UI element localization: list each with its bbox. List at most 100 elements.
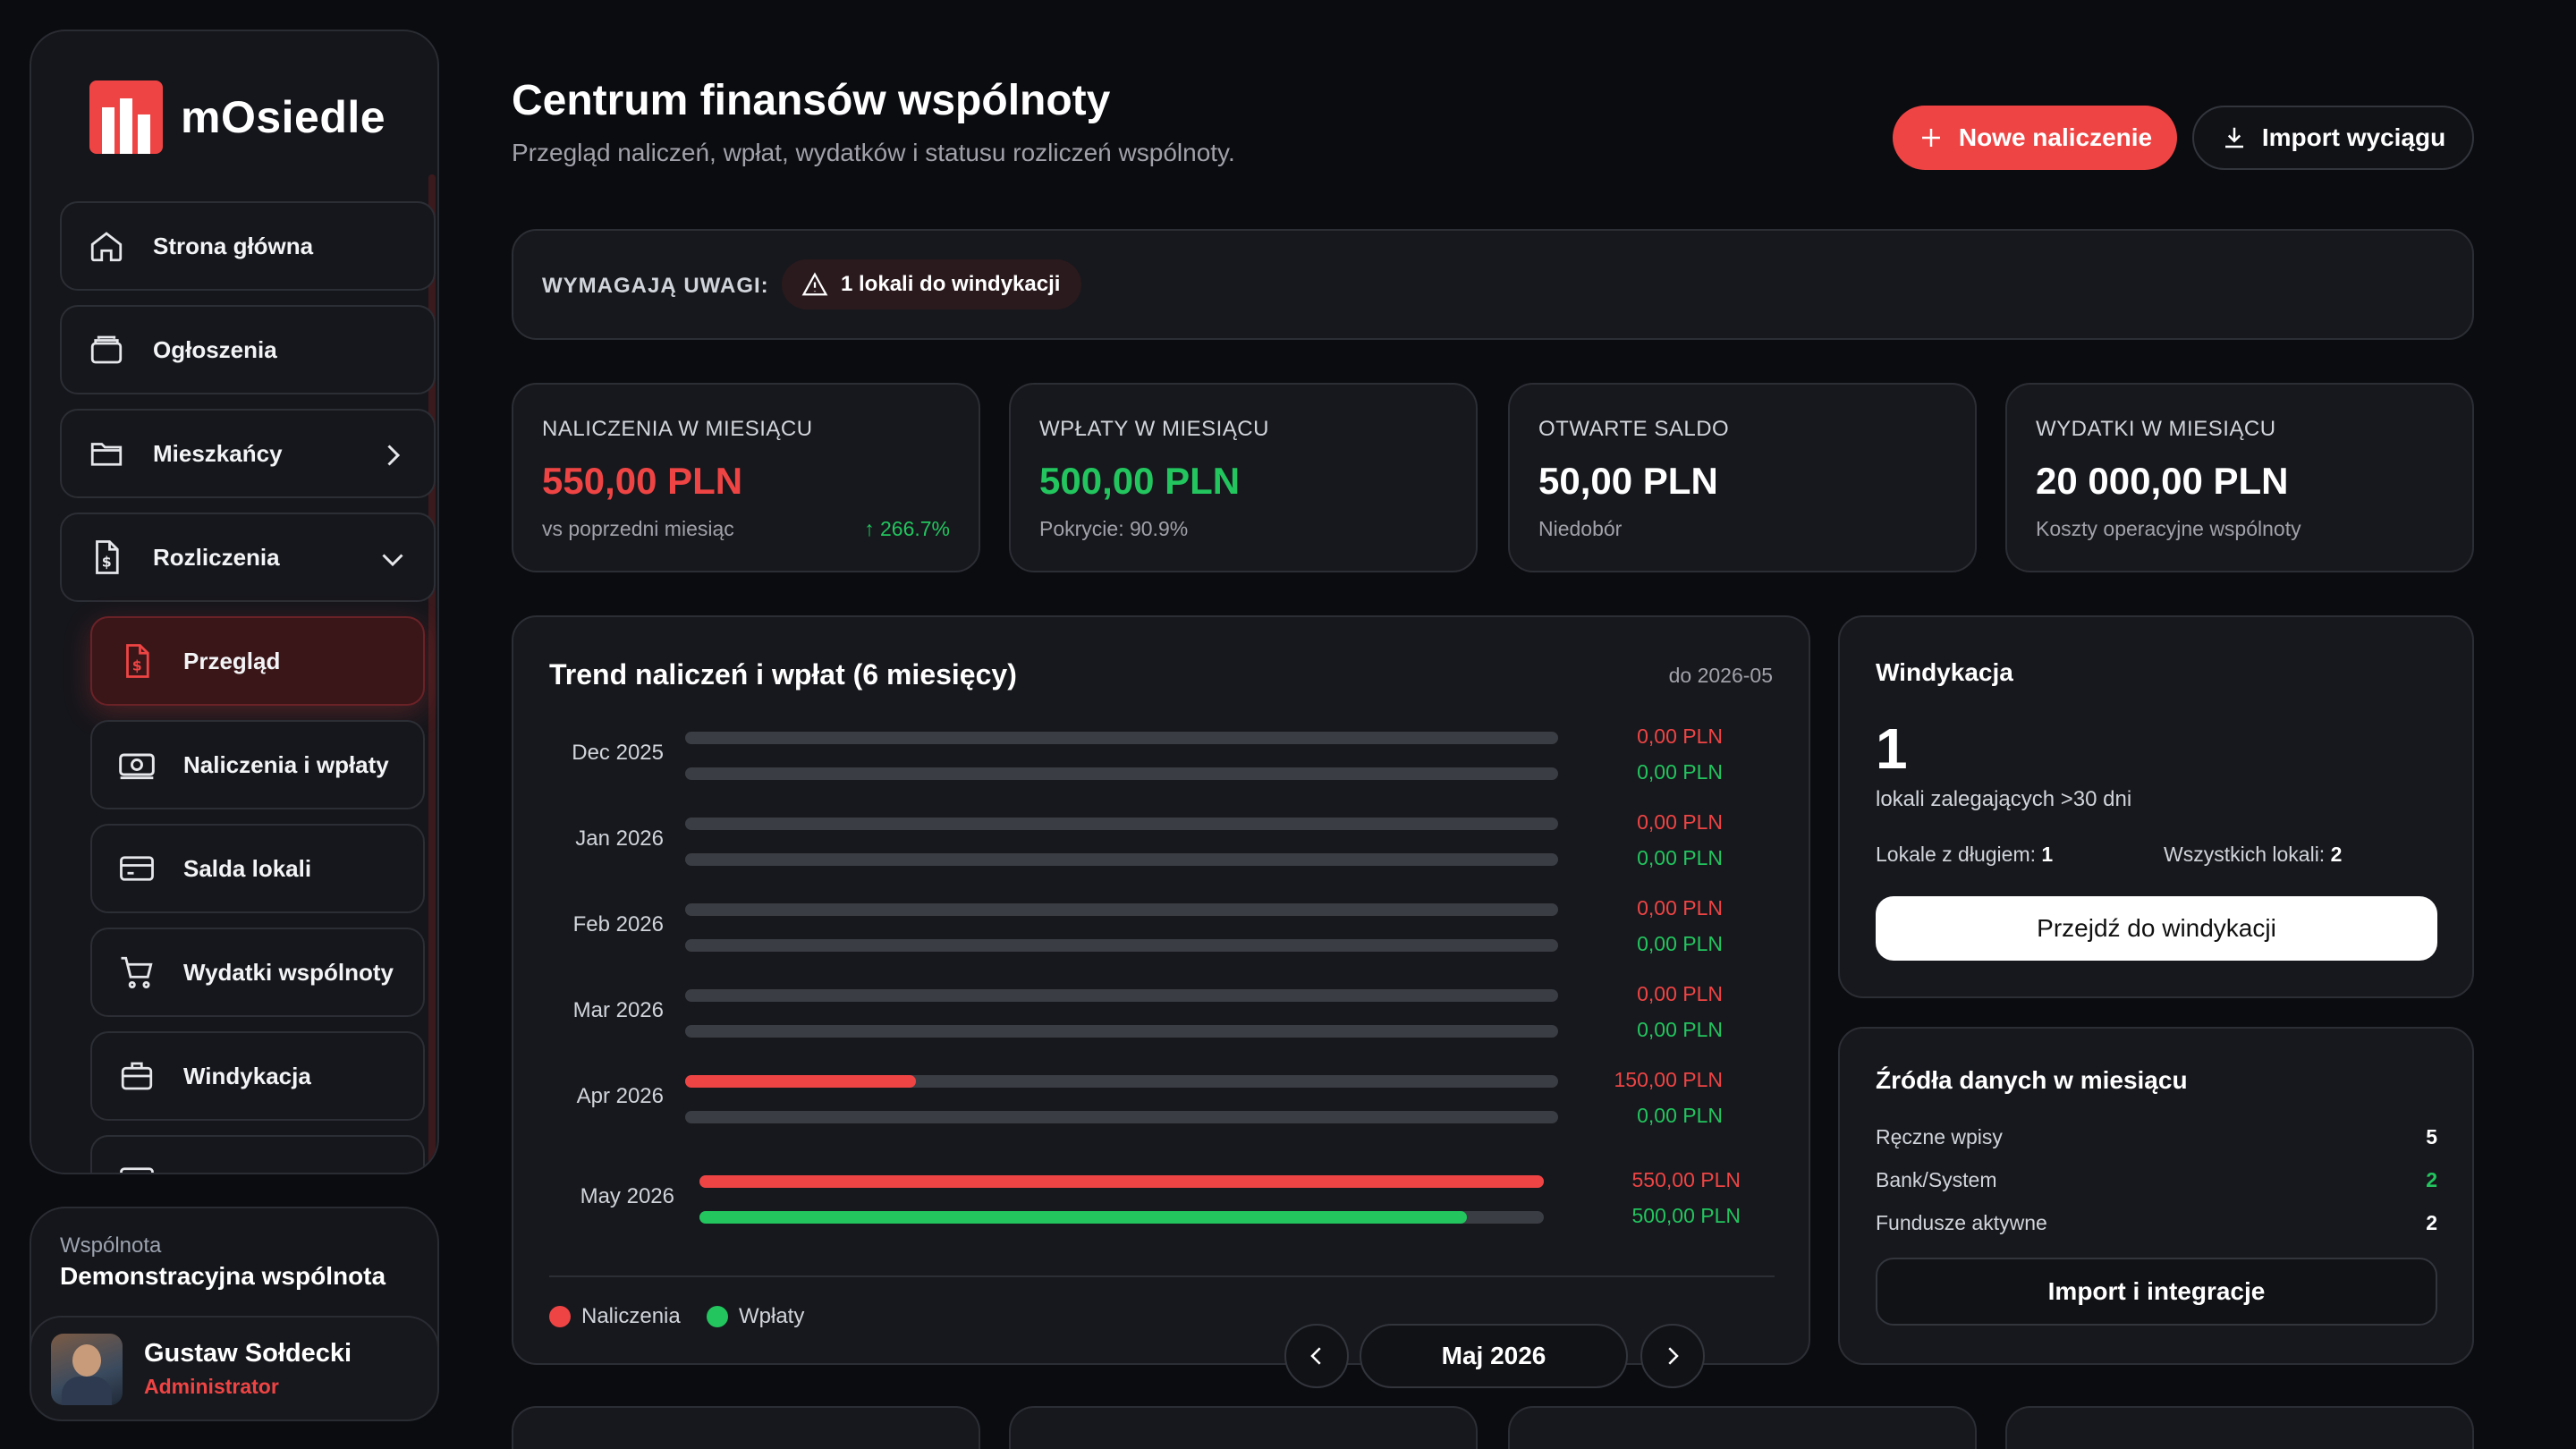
page-title: Centrum finansów wspólnoty bbox=[512, 77, 1111, 124]
chart-bar-payments bbox=[699, 1211, 1468, 1224]
stat-desc: Koszty operacyjne wspólnoty bbox=[2036, 517, 2301, 540]
svg-text:$: $ bbox=[132, 657, 142, 674]
community-panel[interactable]: Wspólnota Demonstracyjna wspólnota Gusta… bbox=[30, 1207, 439, 1421]
import-statement-button[interactable]: Import wyciągu bbox=[2192, 106, 2474, 170]
chart-range: do 2026-05 bbox=[1668, 664, 1773, 687]
sidebar-subitem-partial[interactable] bbox=[90, 1135, 425, 1173]
stat-desc: Niedobór bbox=[1538, 517, 1623, 540]
chart-data-label: 500,00 PLN bbox=[1631, 1204, 1741, 1227]
sidebar-item-home[interactable]: Strona główna bbox=[60, 201, 436, 291]
sidebar-subitem-debt-collection[interactable]: Windykacja bbox=[90, 1031, 425, 1121]
chart-bar-track bbox=[685, 1025, 1558, 1038]
sidebar: mOsiedle Strona główna Ogłoszenia Mieszk… bbox=[30, 30, 439, 1174]
legend-label: Wpłaty bbox=[739, 1304, 805, 1328]
legend-dot-red bbox=[549, 1306, 571, 1327]
sidebar-item-label: Rozliczenia bbox=[153, 543, 280, 571]
attention-label: WYMAGAJĄ UWAGI: bbox=[542, 274, 769, 298]
home-icon bbox=[87, 226, 126, 266]
logo[interactable]: mOsiedle bbox=[89, 80, 386, 154]
legend-item-charges: Naliczenia bbox=[549, 1304, 681, 1329]
sidebar-item-residents[interactable]: Mieszkańcy bbox=[60, 409, 436, 498]
debt-collection-alert-pill[interactable]: 1 lokali do windykacji bbox=[782, 259, 1082, 309]
stat-label: NALICZENIA W MIESIĄCU bbox=[542, 417, 813, 441]
month-label: Maj 2026 bbox=[1441, 1342, 1546, 1369]
sidebar-nav: Strona główna Ogłoszenia Mieszkańcy $ Ro… bbox=[60, 201, 436, 1173]
user-role: Administrator bbox=[144, 1375, 279, 1398]
settlements-submenu: $ Przegląd Naliczenia i wpłaty Salda lok… bbox=[90, 616, 425, 1173]
alert-pill-label: 1 lokali do windykacji bbox=[841, 272, 1061, 296]
chevron-right-icon bbox=[387, 445, 401, 466]
attention-bar: WYMAGAJĄ UWAGI: 1 lokali do windykacji bbox=[512, 229, 2474, 340]
sidebar-item-label: Ogłoszenia bbox=[153, 335, 277, 363]
import-integrations-button[interactable]: Import i integracje bbox=[1876, 1258, 2437, 1326]
chevron-right-icon bbox=[1668, 1347, 1679, 1365]
invoice-icon: $ bbox=[87, 538, 126, 577]
chart-title: Trend naliczeń i wpłat (6 miesięcy) bbox=[549, 658, 1017, 691]
stat-label: WPŁATY W MIESIĄCU bbox=[1039, 417, 1269, 441]
chart-bar-track bbox=[699, 1211, 1544, 1224]
download-icon bbox=[2221, 124, 2248, 151]
sidebar-item-label: Wydatki wspólnoty bbox=[183, 958, 394, 986]
page-subtitle: Przegląd naliczeń, wpłat, wydatków i sta… bbox=[512, 139, 1235, 166]
chart-bar-charges bbox=[699, 1175, 1544, 1188]
sidebar-subitem-overview[interactable]: $ Przegląd bbox=[90, 616, 425, 706]
chart-data-label: 550,00 PLN bbox=[1631, 1168, 1741, 1191]
app-name: mOsiedle bbox=[181, 92, 386, 142]
stat-label: OTWARTE SALDO bbox=[1538, 417, 1730, 441]
data-sources-card: Źródła danych w miesiącu Ręczne wpisy 5 B… bbox=[1838, 1027, 2474, 1365]
stat-card-charges: NALICZENIA W MIESIĄCU 550,00 PLN vs popr… bbox=[512, 383, 980, 572]
bottom-card bbox=[1009, 1406, 1478, 1449]
community-name: Demonstracyjna wspólnota bbox=[60, 1262, 386, 1290]
chart-bar-track bbox=[685, 903, 1558, 916]
bottom-card bbox=[2005, 1406, 2474, 1449]
user-card[interactable]: Gustaw Sołdecki Administrator bbox=[30, 1316, 439, 1421]
stat-value: 50,00 PLN bbox=[1538, 460, 1718, 502]
new-charge-label: Nowe naliczenie bbox=[1958, 123, 2153, 151]
chart-bar-track bbox=[685, 767, 1558, 780]
sidebar-item-announcements[interactable]: Ogłoszenia bbox=[60, 305, 436, 394]
source-row: Fundusze aktywne 2 bbox=[1876, 1211, 2437, 1234]
go-to-debt-collection-button[interactable]: Przejdź do windykacji bbox=[1876, 896, 2437, 961]
stat-label: WYDATKI W MIESIĄCU bbox=[2036, 417, 2276, 441]
chart-category-label: Feb 2026 bbox=[572, 912, 664, 936]
sidebar-item-label: Strona główna bbox=[153, 232, 314, 259]
sidebar-item-label: Salda lokali bbox=[183, 854, 312, 882]
stat-desc: Pokrycie: 90.9% bbox=[1039, 517, 1189, 540]
chart-data-label: 0,00 PLN bbox=[1637, 982, 1723, 1005]
sidebar-subitem-balances[interactable]: Salda lokali bbox=[90, 824, 425, 913]
cart-icon bbox=[117, 953, 157, 992]
import-statement-label: Import wyciągu bbox=[2261, 123, 2446, 151]
warning-icon bbox=[801, 271, 828, 298]
svg-text:$: $ bbox=[102, 554, 112, 571]
stat-value: 500,00 PLN bbox=[1039, 460, 1241, 502]
chevron-left-icon bbox=[1310, 1347, 1321, 1365]
chart-data-label: 0,00 PLN bbox=[1637, 1104, 1723, 1127]
chart-data-label: 150,00 PLN bbox=[1614, 1068, 1723, 1091]
chart-data-label: 0,00 PLN bbox=[1637, 1018, 1723, 1041]
sidebar-item-settlements[interactable]: $ Rozliczenia bbox=[60, 513, 436, 602]
chart-bar-track bbox=[685, 818, 1558, 830]
sidebar-subitem-charges-payments[interactable]: Naliczenia i wpłaty bbox=[90, 720, 425, 809]
chart-category-label: May 2026 bbox=[580, 1184, 674, 1208]
all-units-stat: Wszystkich lokali: 2 bbox=[2164, 843, 2343, 866]
avatar bbox=[51, 1334, 123, 1405]
legend-item-payments: Wpłaty bbox=[707, 1304, 804, 1329]
month-selector[interactable]: Maj 2026 bbox=[1360, 1324, 1628, 1388]
sidebar-subitem-expenses[interactable]: Wydatki wspólnoty bbox=[90, 928, 425, 1017]
chart-bar-track bbox=[685, 732, 1558, 744]
sidebar-item-label: Przegląd bbox=[183, 647, 281, 674]
chart-data-label: 0,00 PLN bbox=[1637, 760, 1723, 784]
new-charge-button[interactable]: Nowe naliczenie bbox=[1893, 106, 2177, 170]
community-label: Wspólnota bbox=[60, 1233, 162, 1258]
sidebar-item-label: Windykacja bbox=[183, 1062, 311, 1089]
next-month-button[interactable] bbox=[1640, 1324, 1705, 1388]
prev-month-button[interactable] bbox=[1284, 1324, 1349, 1388]
bottom-card bbox=[1508, 1406, 1977, 1449]
building-logo-icon bbox=[89, 80, 163, 154]
invoice-dollar-icon: $ bbox=[117, 641, 157, 681]
stat-value: 550,00 PLN bbox=[542, 460, 743, 502]
chart-category-label: Mar 2026 bbox=[572, 998, 664, 1022]
chart-category-label: Apr 2026 bbox=[576, 1084, 664, 1108]
chart-data-label: 0,00 PLN bbox=[1637, 896, 1723, 919]
debt-collection-card: Windykacja 1 lokali zalegających >30 dni… bbox=[1838, 615, 2474, 998]
